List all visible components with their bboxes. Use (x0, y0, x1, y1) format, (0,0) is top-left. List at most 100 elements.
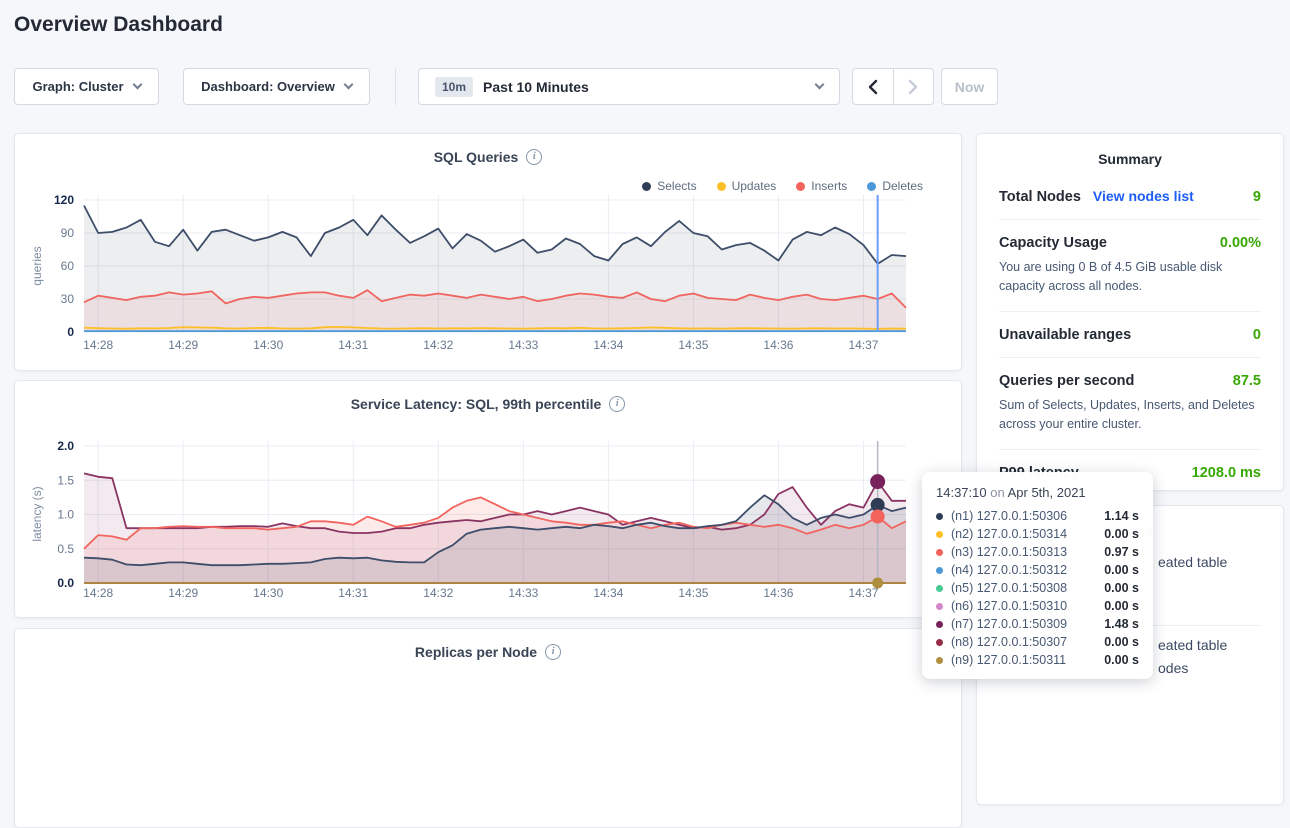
view-nodes-list-link[interactable]: View nodes list (1093, 188, 1194, 204)
node-latency-value: 0.00 s (1104, 563, 1139, 577)
node-latency-value: 0.00 s (1104, 653, 1139, 667)
event-item-text: eated table (1158, 637, 1227, 653)
node-latency-value: 1.14 s (1104, 509, 1139, 523)
node-color-dot-icon (936, 621, 943, 628)
node-latency-value: 0.00 s (1104, 599, 1139, 613)
node-address: (n5) 127.0.0.1:50308 (951, 581, 1067, 595)
replicas-per-node-title: Replicas per Nodei (15, 643, 961, 660)
now-button[interactable]: Now (941, 68, 998, 105)
tooltip-row: (n7) 127.0.0.1:50309 1.48 s (936, 615, 1139, 633)
svg-text:14:37: 14:37 (848, 586, 878, 600)
node-address: (n1) 127.0.0.1:50306 (951, 509, 1067, 523)
chevron-down-icon (815, 80, 825, 90)
svg-text:14:28: 14:28 (83, 586, 113, 600)
svg-text:14:30: 14:30 (253, 586, 283, 600)
svg-text:latency (s): latency (s) (30, 486, 44, 541)
summary-panel: Summary Total Nodes View nodes list 9 Ca… (976, 133, 1284, 491)
time-step-buttons (852, 68, 934, 105)
next-time-button[interactable] (893, 69, 934, 104)
replicas-per-node-card: Replicas per Nodei (14, 628, 962, 828)
svg-text:14:33: 14:33 (508, 338, 538, 352)
summary-row-total-nodes: Total Nodes View nodes list 9 (999, 173, 1261, 219)
capacity-usage-label: Capacity Usage (999, 235, 1107, 251)
capacity-usage-value: 0.00% (1220, 235, 1261, 251)
node-address: (n4) 127.0.0.1:50312 (951, 563, 1067, 577)
unavailable-ranges-label: Unavailable ranges (999, 327, 1131, 343)
dashboard-selector-label: Dashboard: Overview (201, 79, 335, 94)
node-latency-value: 0.00 s (1104, 527, 1139, 541)
svg-text:0.0: 0.0 (57, 576, 74, 590)
svg-text:14:35: 14:35 (678, 586, 708, 600)
svg-text:14:31: 14:31 (338, 586, 368, 600)
node-latency-value: 0.97 s (1104, 545, 1139, 559)
tooltip-row: (n1) 127.0.0.1:50306 1.14 s (936, 507, 1139, 525)
tooltip-row: (n6) 127.0.0.1:503100.00 s (936, 597, 1139, 615)
time-range-dropdown[interactable]: 10m Past 10 Minutes (418, 68, 840, 105)
svg-text:14:37: 14:37 (848, 338, 878, 352)
total-nodes-value: 9 (1253, 189, 1261, 205)
queries-per-second-description: Sum of Selects, Updates, Inserts, and De… (999, 396, 1261, 435)
node-address: (n7) 127.0.0.1:50309 (951, 617, 1067, 631)
svg-text:14:32: 14:32 (423, 338, 453, 352)
sql-queries-chart[interactable]: 030609012014:2814:2914:3014:3114:3214:33… (15, 134, 963, 372)
node-color-dot-icon (936, 603, 943, 610)
summary-row-queries-per-second: Queries per second 87.5 Sum of Selects, … (999, 357, 1261, 449)
time-range-label: Past 10 Minutes (483, 79, 589, 95)
node-address: (n8) 127.0.0.1:50307 (951, 635, 1067, 649)
tooltip-row: (n2) 127.0.0.1:50314 0.00 s (936, 525, 1139, 543)
chevron-down-icon (132, 80, 142, 90)
svg-text:14:36: 14:36 (763, 586, 793, 600)
node-color-dot-icon (936, 585, 943, 592)
summary-row-unavailable-ranges: Unavailable ranges 0 (999, 311, 1261, 357)
controls-divider (395, 68, 396, 105)
service-latency-card: Service Latency: SQL, 99th percentilei 0… (14, 380, 962, 618)
page-title: Overview Dashboard (14, 13, 223, 37)
node-address: (n9) 127.0.0.1:50311 (951, 653, 1066, 667)
svg-text:120: 120 (54, 193, 74, 207)
node-latency-value: 1.48 s (1104, 617, 1139, 631)
svg-text:14:30: 14:30 (253, 338, 283, 352)
time-range-badge: 10m (435, 77, 473, 97)
svg-text:2.0: 2.0 (57, 439, 74, 453)
svg-text:30: 30 (61, 292, 75, 306)
graph-selector-dropdown[interactable]: Graph: Cluster (14, 68, 159, 105)
service-latency-chart[interactable]: 0.0 0.5 1.0 1.5 2.0 14:28 14:29 14:30 14:31 14:32… (15, 381, 963, 619)
node-color-dot-icon (936, 639, 943, 646)
node-color-dot-icon (936, 549, 943, 556)
tooltip-row: (n8) 127.0.0.1:50307 0.00 s (936, 633, 1139, 651)
node-color-dot-icon (936, 657, 943, 664)
chevron-right-icon (908, 79, 918, 95)
prev-time-button[interactable] (853, 69, 893, 104)
node-latency-value: 0.00 s (1104, 581, 1139, 595)
tooltip-row: (n3) 127.0.0.1:50313 0.97 s (936, 543, 1139, 561)
dashboard-selector-dropdown[interactable]: Dashboard: Overview (183, 68, 370, 105)
svg-text:14:32: 14:32 (423, 586, 453, 600)
node-color-dot-icon (936, 567, 943, 574)
total-nodes-label: Total Nodes (999, 189, 1081, 205)
chart-hover-tooltip: 14:37:10 on Apr 5th, 2021 (n1) 127.0.0.1… (922, 472, 1153, 679)
svg-text:14:35: 14:35 (678, 338, 708, 352)
info-icon[interactable]: i (545, 644, 561, 660)
svg-text:queries: queries (30, 246, 44, 285)
svg-text:14:29: 14:29 (168, 586, 198, 600)
node-address: (n3) 127.0.0.1:50313 (951, 545, 1067, 559)
node-address: (n2) 127.0.0.1:50314 (951, 527, 1067, 541)
queries-per-second-value: 87.5 (1233, 373, 1261, 389)
capacity-usage-description: You are using 0 B of 4.5 GiB usable disk… (999, 258, 1261, 297)
sql-queries-card: SQL Queriesi SelectsUpdatesInsertsDelete… (14, 133, 962, 371)
chevron-left-icon (868, 79, 878, 95)
svg-text:1.0: 1.0 (57, 508, 74, 522)
node-latency-value: 0.00 s (1104, 635, 1139, 649)
event-item-text: eated table (1158, 554, 1227, 570)
svg-text:60: 60 (61, 259, 75, 273)
svg-text:14:34: 14:34 (593, 586, 623, 600)
svg-text:1.5: 1.5 (57, 473, 74, 487)
tooltip-row: (n9) 127.0.0.1:50311 0.00 s (936, 651, 1139, 669)
node-color-dot-icon (936, 513, 943, 520)
event-item-text: odes (1158, 660, 1188, 676)
svg-text:90: 90 (61, 226, 75, 240)
tooltip-row: (n4) 127.0.0.1:50312 0.00 s (936, 561, 1139, 579)
p99-latency-value: 1208.0 ms (1192, 465, 1261, 481)
svg-text:0.5: 0.5 (57, 542, 74, 556)
svg-text:14:36: 14:36 (763, 338, 793, 352)
